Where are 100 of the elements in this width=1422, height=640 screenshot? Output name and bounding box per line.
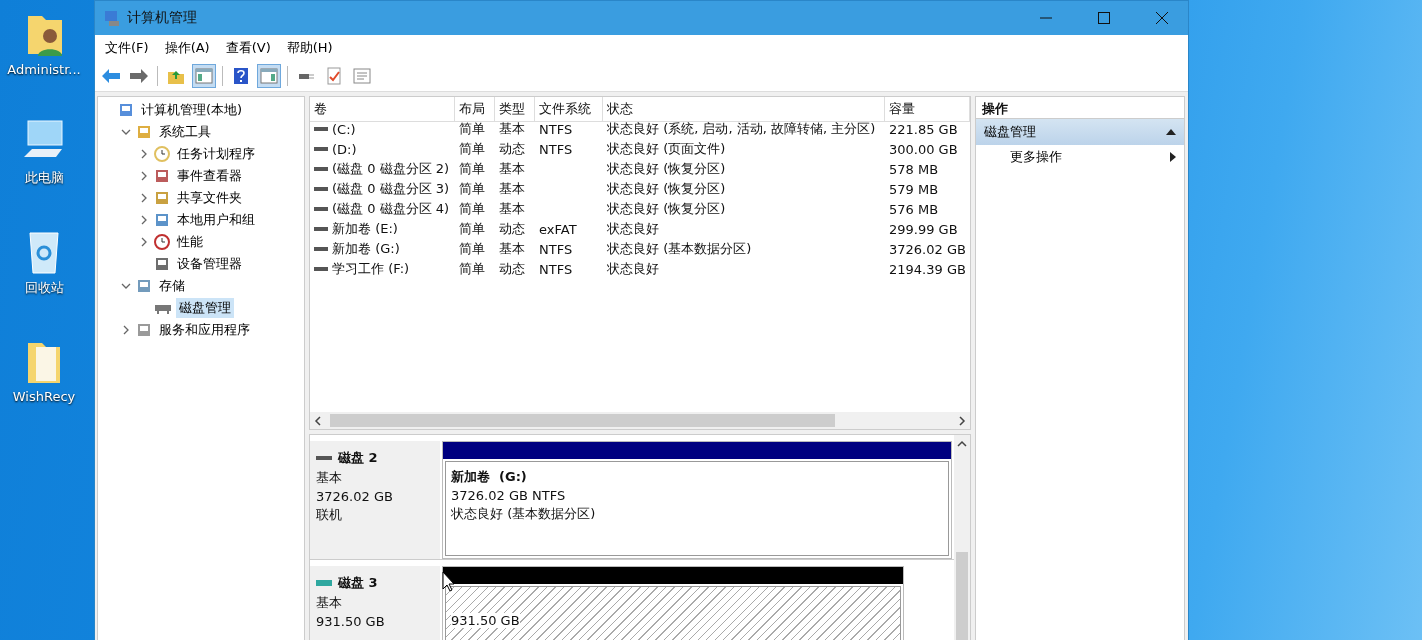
table-cell-text: 状态良好 <box>606 220 660 238</box>
drive-icon <box>314 126 328 132</box>
column-header[interactable]: 卷 <box>310 97 455 122</box>
tree-item[interactable]: 计算机管理(本地) <box>138 100 246 120</box>
table-cell: (磁盘 0 磁盘分区 3) <box>332 180 450 198</box>
action-item[interactable]: 更多操作 <box>976 145 1184 169</box>
pane-icon <box>260 68 278 84</box>
table-cell-text: 基本 <box>498 240 526 258</box>
vertical-scrollbar[interactable] <box>954 435 970 640</box>
pane-icon <box>195 68 213 84</box>
table-cell-text: 简单 <box>458 140 486 158</box>
table-cell-text: 简单 <box>458 220 486 238</box>
tree-item[interactable]: 磁盘管理 <box>176 298 234 318</box>
drive-icon <box>314 206 328 212</box>
chevron-down-icon[interactable] <box>121 127 131 137</box>
table-cell: 新加卷 (G:) <box>332 240 400 258</box>
desktop-icon-label[interactable]: WishRecy <box>12 389 76 404</box>
column-header[interactable]: 布局 <box>455 97 495 122</box>
tree-item[interactable]: 共享文件夹 <box>174 188 245 208</box>
disk-name: 磁盘 3 <box>338 574 378 592</box>
chevron-right-icon[interactable] <box>139 171 149 181</box>
back-arrow-icon <box>102 69 120 83</box>
table-cell: (C:) <box>332 121 356 137</box>
desktop-icon-label[interactable]: Administr... <box>7 62 81 77</box>
chevron-right-icon[interactable] <box>139 149 149 159</box>
table-cell: (磁盘 0 磁盘分区 2) <box>332 160 450 178</box>
table-cell-text: 动态 <box>498 140 526 158</box>
disk-size: 931.50 GB <box>316 614 386 629</box>
table-cell: 学习工作 (F:) <box>332 260 410 278</box>
toolbar-button[interactable] <box>257 64 281 88</box>
chevron-right-icon[interactable] <box>139 193 149 203</box>
chevron-up-icon <box>957 439 967 448</box>
help-icon <box>233 67 249 85</box>
drive-icon <box>314 266 328 272</box>
chevron-down-icon[interactable] <box>121 281 131 291</box>
tree-item[interactable]: 本地用户和组 <box>174 210 258 230</box>
horizontal-scrollbar[interactable] <box>310 412 970 429</box>
chevron-right-icon[interactable] <box>139 237 149 247</box>
table-cell-text: 299.99 GB <box>888 221 959 237</box>
table-cell-text: 动态 <box>498 220 526 238</box>
column-header[interactable]: 文件系统 <box>535 97 603 122</box>
drive-icon <box>314 146 328 152</box>
table-cell-text: 状态良好 (基本数据分区) <box>606 240 753 258</box>
chevron-right-icon[interactable] <box>121 325 131 335</box>
partition-block[interactable]: 新加卷 (G:) 3726.02 GB NTFS 状态良好 (基本数据分区) <box>442 441 952 559</box>
tree-item[interactable]: 事件查看器 <box>174 166 245 186</box>
chevron-right-icon[interactable] <box>139 215 149 225</box>
table-cell-text: 基本 <box>498 180 526 198</box>
partition-name: 新加卷 (G:) <box>451 468 528 486</box>
table-cell-text: 简单 <box>458 120 486 138</box>
table-cell-text: 576 MB <box>888 201 940 217</box>
tree-item[interactable]: 系统工具 <box>156 122 214 142</box>
tree-item[interactable]: 存储 <box>156 276 188 296</box>
clock-icon <box>154 146 170 162</box>
forward-arrow-icon <box>130 69 148 83</box>
table-cell-text: 简单 <box>458 240 486 258</box>
drive-icon <box>314 166 328 172</box>
toolbar-button[interactable] <box>192 64 216 88</box>
menu-item[interactable]: 查看(V) <box>219 37 277 59</box>
table-cell-text: NTFS <box>538 141 574 157</box>
table-cell-text: 简单 <box>458 260 486 278</box>
desktop-icon-label[interactable]: 此电脑 <box>24 169 64 187</box>
table-cell-text: NTFS <box>538 241 574 257</box>
table-cell: (D:) <box>332 141 357 157</box>
table-cell-text: 简单 <box>458 160 486 178</box>
table-cell-text: 578 MB <box>888 161 940 177</box>
tree-item[interactable]: 性能 <box>174 232 206 252</box>
disk-status: 联机 <box>316 506 343 524</box>
table-cell-text: 基本 <box>498 160 526 178</box>
table-cell-text: 状态良好 (恢复分区) <box>606 180 727 198</box>
partition-block[interactable]: 931.50 GB <box>442 566 904 640</box>
disk-type: 基本 <box>316 594 343 612</box>
triangle-up-icon <box>1166 129 1176 135</box>
actions-section-header[interactable]: 磁盘管理 <box>976 119 1184 145</box>
maximize-icon <box>1098 12 1110 24</box>
tree-item[interactable]: 任务计划程序 <box>174 144 258 164</box>
menu-item[interactable]: 文件(F) <box>99 37 155 59</box>
table-cell-text: 579 MB <box>888 181 940 197</box>
column-header[interactable]: 类型 <box>495 97 535 122</box>
menu-item[interactable]: 帮助(H) <box>280 37 339 59</box>
table-cell: 新加卷 (E:) <box>332 220 398 238</box>
table-cell-text: NTFS <box>538 261 574 277</box>
table-cell-text: 基本 <box>498 200 526 218</box>
tree-item[interactable]: 设备管理器 <box>174 254 245 274</box>
table-cell-text: 状态良好 (恢复分区) <box>606 160 727 178</box>
menu-item[interactable]: 操作(A) <box>158 37 216 59</box>
table-cell-text: exFAT <box>538 221 578 237</box>
usb-drive-icon <box>316 579 332 587</box>
close-icon <box>1156 12 1168 24</box>
column-header[interactable]: 容量 <box>885 97 970 122</box>
table-cell-text: 221.85 GB <box>888 121 959 137</box>
desktop-icon-label[interactable]: 回收站 <box>24 279 64 297</box>
tree-item[interactable]: 服务和应用程序 <box>156 320 253 340</box>
column-header[interactable]: 状态 <box>603 97 885 122</box>
table-cell-text: 3726.02 GB <box>888 241 967 257</box>
table-cell-text: 基本 <box>498 120 526 138</box>
disk-type: 基本 <box>316 469 343 487</box>
table-cell-text: 动态 <box>498 260 526 278</box>
table-cell-text: NTFS <box>538 121 574 137</box>
window-title: 计算机管理 <box>127 9 198 27</box>
